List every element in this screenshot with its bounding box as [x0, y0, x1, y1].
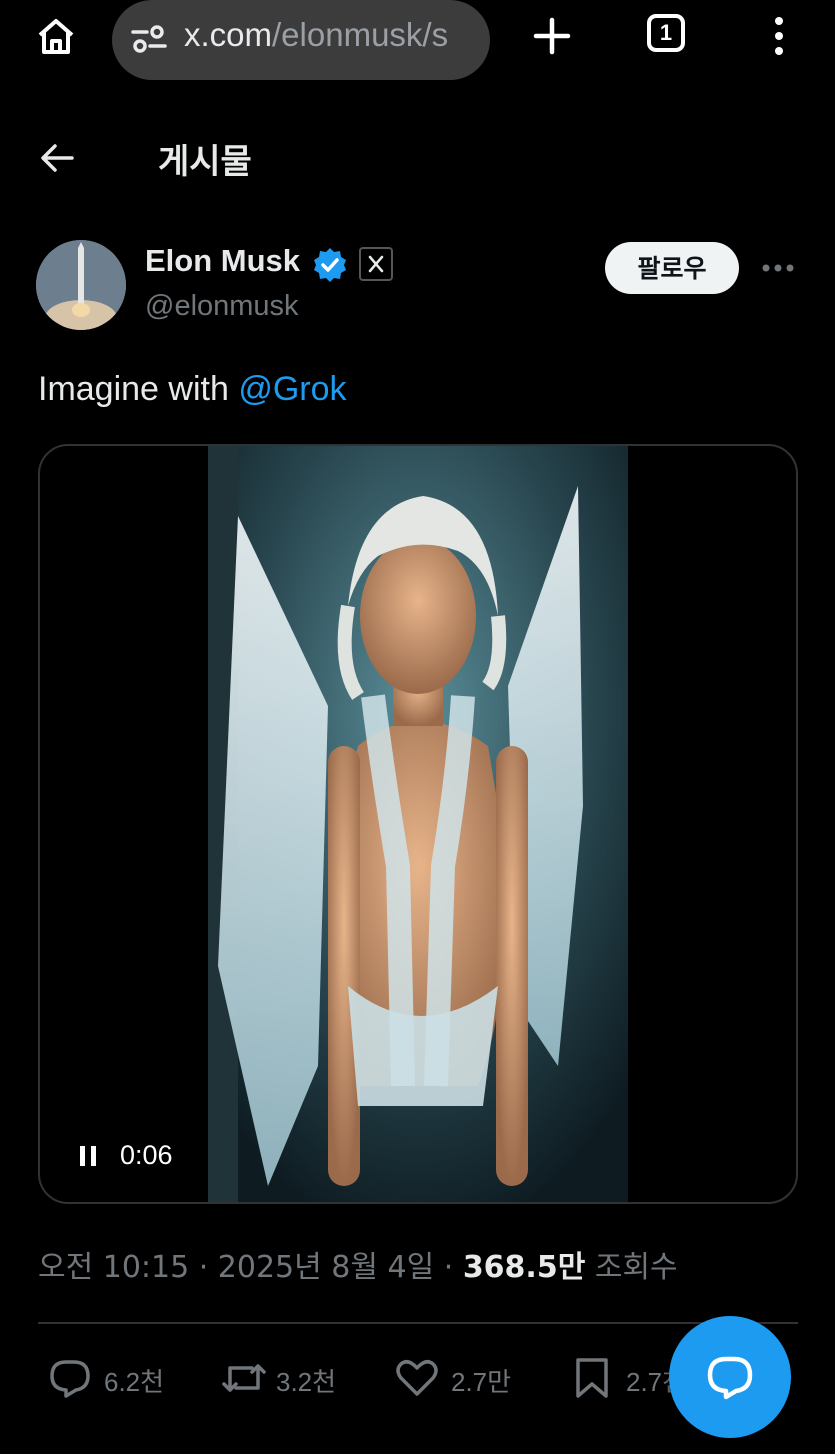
reply-button[interactable]: 6.2천 [48, 1346, 178, 1410]
video-frame-image [208, 446, 628, 1202]
back-arrow-icon[interactable] [38, 138, 78, 178]
avatar-rocket-image [36, 240, 126, 330]
repost-button[interactable]: 3.2천 [220, 1346, 350, 1410]
x-affiliation-icon[interactable] [359, 247, 393, 281]
views-count: 368.5만 [462, 1250, 586, 1285]
repost-icon [222, 1364, 266, 1392]
pause-icon[interactable] [78, 1145, 98, 1167]
address-bar[interactable]: x.com/elonmusk/s [112, 0, 490, 80]
post-timestamp[interactable]: 오전 10:15 · 2025년 8월 4일 · [38, 1250, 463, 1285]
url-domain: x.com [184, 16, 273, 53]
follow-button[interactable]: 팔로우 [605, 242, 739, 294]
more-options-icon[interactable] [758, 256, 798, 280]
post-text: Imagine with @Grok [38, 370, 347, 409]
floating-message-button[interactable] [669, 1316, 791, 1438]
post-text-prefix: Imagine with [38, 370, 239, 408]
author-handle[interactable]: @elonmusk [145, 290, 299, 323]
views-label: 조회수 [585, 1250, 678, 1285]
divider [38, 1322, 798, 1324]
bookmark-button[interactable]: 2.7천 [570, 1346, 686, 1410]
verified-badge-icon [314, 248, 346, 282]
repost-count: 3.2천 [276, 1367, 337, 1397]
tab-count-button[interactable]: 1 [647, 14, 685, 52]
menu-icon[interactable] [766, 14, 792, 58]
mention-link[interactable]: @Grok [238, 370, 346, 408]
like-count: 2.7만 [451, 1367, 512, 1397]
heart-icon [396, 1360, 438, 1396]
page-header: 게시물 [0, 118, 835, 198]
author-name[interactable]: Elon Musk [145, 243, 300, 279]
reply-icon [50, 1360, 90, 1398]
home-icon[interactable] [34, 14, 78, 58]
reply-count: 6.2천 [104, 1367, 165, 1397]
avatar[interactable] [36, 240, 126, 330]
video-player[interactable]: 0:06 [38, 444, 798, 1204]
video-timecode: 0:06 [120, 1140, 173, 1170]
url-text[interactable]: x.com/elonmusk/s [184, 16, 448, 54]
tune-icon[interactable] [130, 20, 168, 58]
page-title: 게시물 [158, 142, 252, 182]
url-path: /elonmusk/s [272, 16, 449, 53]
chat-bubble-icon [707, 1356, 753, 1400]
like-button[interactable]: 2.7만 [395, 1346, 525, 1410]
bookmark-icon [576, 1358, 608, 1398]
plus-icon[interactable] [530, 14, 574, 58]
post-meta: 오전 10:15 · 2025년 8월 4일 · 368.5만 조회수 [38, 1242, 678, 1286]
browser-toolbar: x.com/elonmusk/s 1 [0, 0, 835, 80]
